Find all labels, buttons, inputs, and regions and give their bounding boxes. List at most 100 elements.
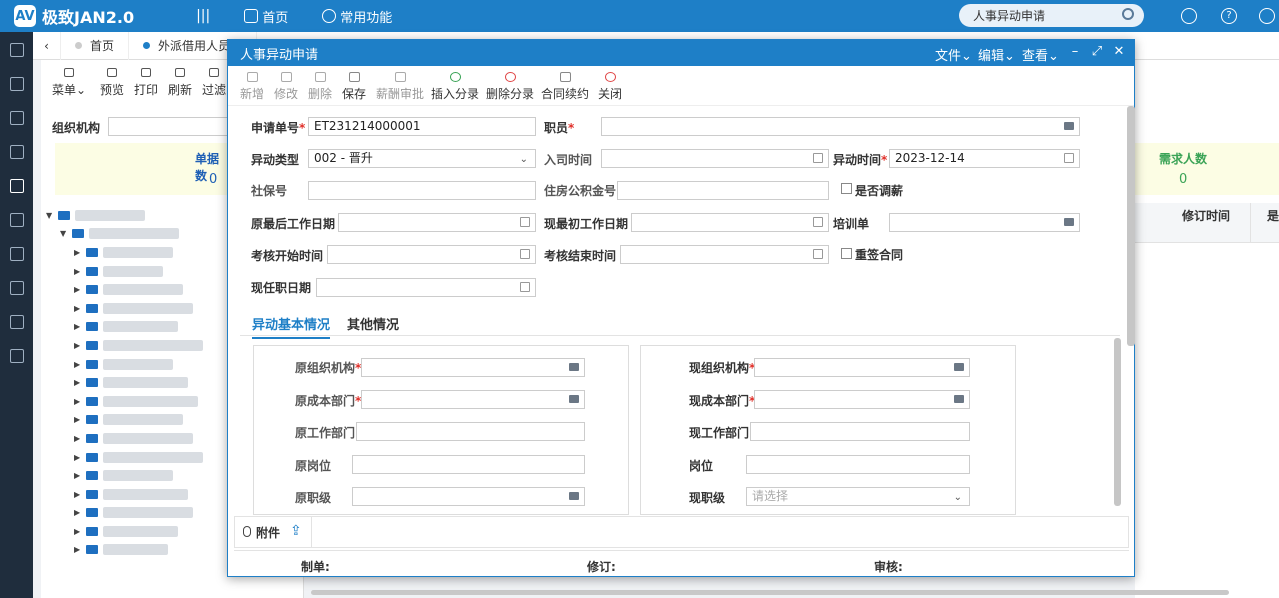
- housing-fund-input[interactable]: [617, 181, 829, 200]
- building-icon[interactable]: [9, 111, 24, 125]
- now-work-dept-input[interactable]: [750, 422, 970, 441]
- filter-button[interactable]: 过滤: [199, 68, 229, 98]
- menu-toggle-icon[interactable]: |||: [196, 8, 210, 24]
- insert-entry-button[interactable]: 插入分录: [431, 72, 479, 102]
- preview-button[interactable]: 预览: [97, 68, 127, 98]
- doc-no-input[interactable]: ET231214000001: [308, 117, 536, 136]
- add-button[interactable]: 新增: [240, 72, 264, 102]
- person-icon[interactable]: [9, 179, 24, 193]
- col-revise-time[interactable]: 修订时间: [1182, 207, 1230, 224]
- now-first-work-input[interactable]: [631, 213, 829, 232]
- employee-input[interactable]: [601, 117, 1080, 136]
- tab-back-icon[interactable]: ‹: [33, 31, 61, 60]
- org-input[interactable]: [108, 117, 228, 136]
- gear-icon[interactable]: [9, 349, 24, 363]
- upload-icon[interactable]: ⇪: [290, 523, 302, 539]
- folder-picker-icon[interactable]: [1064, 122, 1074, 130]
- menu-button[interactable]: 菜单⌄: [51, 68, 87, 98]
- print-button[interactable]: 打印: [131, 68, 161, 98]
- user-icon[interactable]: [1259, 8, 1275, 24]
- link-icon[interactable]: [9, 281, 24, 295]
- save-icon: [348, 72, 360, 82]
- need-value: 0: [1179, 172, 1188, 187]
- change-time-input[interactable]: 2023-12-14: [889, 149, 1080, 168]
- orig-last-work-input[interactable]: [338, 213, 536, 232]
- help-icon[interactable]: ?: [1221, 8, 1237, 24]
- salary-approve-label: 薪酬审批: [376, 87, 425, 101]
- now-org-input[interactable]: [754, 358, 970, 377]
- assess-start-input[interactable]: [327, 245, 536, 264]
- report-icon[interactable]: [9, 247, 24, 261]
- nav-common-functions[interactable]: 常用功能: [322, 7, 392, 26]
- post-input[interactable]: [746, 455, 970, 474]
- inner-scrollbar[interactable]: [1114, 338, 1121, 506]
- delete-button[interactable]: 删除: [308, 72, 332, 102]
- folder-icon: [86, 508, 98, 518]
- calendar-icon[interactable]: [813, 249, 823, 259]
- orig-post-input[interactable]: [352, 455, 585, 474]
- skin-icon[interactable]: [1181, 8, 1197, 24]
- menu-view[interactable]: 查看⌄: [1022, 45, 1059, 64]
- resign-contract-checkbox[interactable]: [841, 248, 852, 259]
- global-search-input[interactable]: 人事异动申请: [959, 4, 1144, 27]
- edit-icon: [280, 72, 292, 82]
- contract-renew-button[interactable]: 合同续约: [541, 72, 589, 102]
- calendar-icon[interactable]: [813, 217, 823, 227]
- salary-approve-button[interactable]: 薪酬审批: [376, 72, 424, 102]
- horizontal-scrollbar[interactable]: [311, 590, 1229, 595]
- modify-button[interactable]: 修改: [274, 72, 298, 102]
- folder-picker-icon[interactable]: [954, 395, 964, 403]
- nav-home-label: 首页: [262, 10, 289, 26]
- delete-entry-button[interactable]: 删除分录: [486, 72, 534, 102]
- maximize-icon[interactable]: ⤢: [1090, 44, 1104, 59]
- close-icon[interactable]: ✕: [1112, 44, 1126, 59]
- social-no-input[interactable]: [308, 181, 536, 200]
- change-type-select[interactable]: 002 - 晋升 ⌄: [308, 149, 536, 168]
- folder-icon: [86, 359, 98, 369]
- download-icon[interactable]: [9, 213, 24, 227]
- refresh-button[interactable]: 刷新: [165, 68, 195, 98]
- training-input[interactable]: [889, 213, 1080, 232]
- nav-home[interactable]: 首页: [244, 7, 288, 26]
- menu-file[interactable]: 文件⌄: [935, 45, 972, 64]
- folder-icon: [86, 433, 98, 443]
- folder-picker-icon[interactable]: [569, 395, 579, 403]
- assess-end-input[interactable]: [620, 245, 829, 264]
- folder-picker-icon[interactable]: [569, 363, 579, 371]
- tab-basic[interactable]: 异动基本情况: [252, 314, 331, 339]
- document-icon[interactable]: [9, 145, 24, 159]
- salary-adjust-checkbox[interactable]: [841, 183, 852, 194]
- orig-cost-dept-input[interactable]: [361, 390, 585, 409]
- calendar-icon[interactable]: [520, 249, 530, 259]
- minimize-icon[interactable]: –: [1068, 44, 1082, 59]
- save-label: 保存: [342, 87, 367, 101]
- now-cost-dept-input[interactable]: [754, 390, 970, 409]
- calendar-icon[interactable]: [1064, 153, 1074, 163]
- resign-contract-label: 重签合同: [855, 248, 904, 262]
- orig-org-input[interactable]: [361, 358, 585, 377]
- now-grade-select[interactable]: 请选择 ⌄: [746, 487, 970, 506]
- save-button[interactable]: 保存: [342, 72, 366, 102]
- search-icon[interactable]: [1122, 8, 1134, 20]
- tab-other[interactable]: 其他情况: [347, 314, 399, 333]
- close-button[interactable]: 关闭: [598, 72, 622, 102]
- audit-icon[interactable]: [9, 315, 24, 329]
- folder-icon: [86, 452, 98, 462]
- col-partial[interactable]: 是: [1267, 207, 1279, 224]
- orig-grade-input[interactable]: [352, 487, 585, 506]
- dialog-scrollbar[interactable]: [1127, 106, 1135, 346]
- calendar-icon[interactable]: [520, 282, 530, 292]
- join-time-input[interactable]: [601, 149, 829, 168]
- folder-picker-icon[interactable]: [1064, 218, 1074, 226]
- orig-work-dept-input[interactable]: [356, 422, 585, 441]
- tab-home[interactable]: 首页: [61, 31, 130, 60]
- need-label: 需求人数: [1159, 152, 1208, 166]
- workbench-icon[interactable]: [9, 43, 24, 57]
- calendar-icon[interactable]: [813, 153, 823, 163]
- folder-picker-icon[interactable]: [569, 492, 579, 500]
- menu-edit[interactable]: 编辑⌄: [978, 45, 1015, 64]
- now-post-date-input[interactable]: [316, 278, 536, 297]
- calendar-icon[interactable]: [520, 217, 530, 227]
- folder-picker-icon[interactable]: [954, 363, 964, 371]
- edit-icon[interactable]: [9, 77, 24, 91]
